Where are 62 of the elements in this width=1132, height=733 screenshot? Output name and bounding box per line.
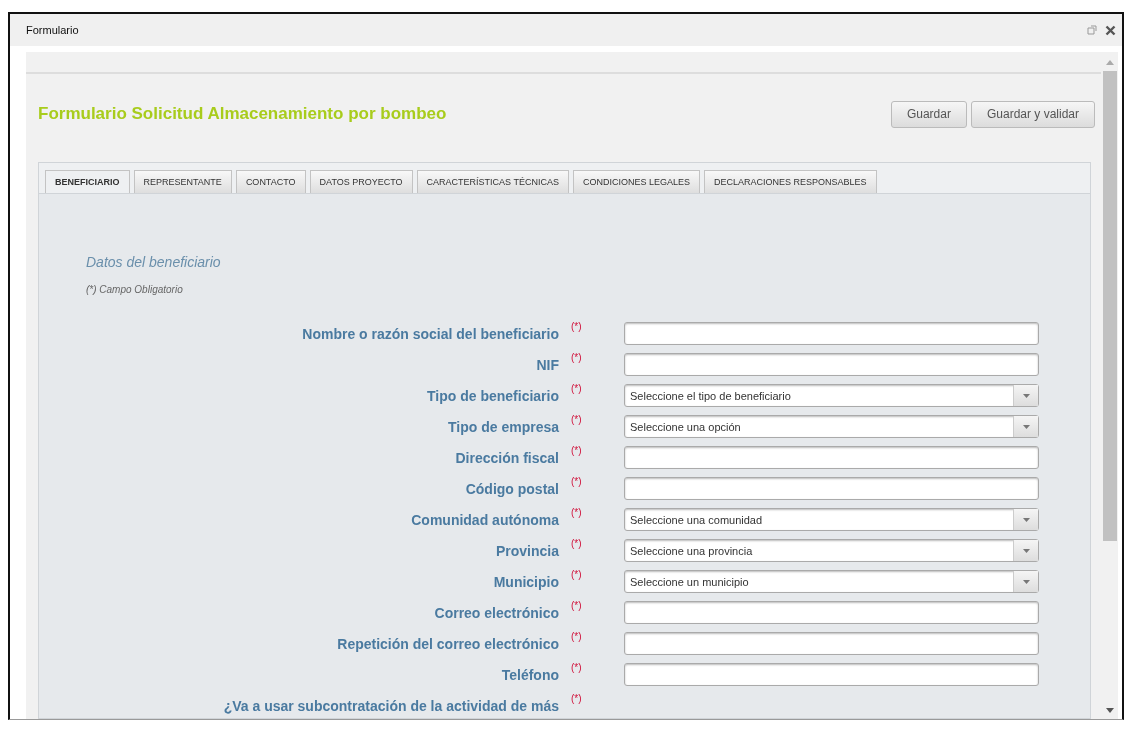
caret-icon bbox=[1022, 579, 1030, 584]
scroll-up-icon[interactable] bbox=[1105, 60, 1114, 65]
tab[interactable]: DECLARACIONES RESPONSABLES bbox=[703, 170, 877, 193]
required-mark: (*) bbox=[571, 507, 583, 518]
scroll-thumb[interactable] bbox=[1102, 71, 1117, 541]
text-field[interactable] bbox=[624, 632, 1039, 655]
scroll-down-icon[interactable] bbox=[1105, 708, 1114, 713]
tab[interactable]: DATOS PROYECTO bbox=[309, 170, 413, 193]
dropdown[interactable]: Seleccione una provincia bbox=[624, 539, 1039, 562]
required-mark: (*) bbox=[571, 352, 583, 363]
caret-icon bbox=[1022, 548, 1030, 553]
dropdown[interactable]: Seleccione una comunidad bbox=[624, 508, 1039, 531]
tab[interactable]: CONTACTO bbox=[235, 170, 306, 193]
dropdown[interactable]: Seleccione un municipio bbox=[624, 570, 1039, 593]
text-field[interactable] bbox=[624, 601, 1039, 624]
text-field[interactable] bbox=[624, 322, 1039, 345]
field-label: Correo electrónico bbox=[433, 604, 559, 621]
field-label: NIF bbox=[535, 356, 559, 373]
field-label: Tipo de empresa bbox=[447, 418, 559, 435]
caret-icon bbox=[1022, 424, 1030, 429]
required-mark: (*) bbox=[571, 662, 583, 673]
field-label: Tipo de beneficiario bbox=[426, 387, 559, 404]
text-field[interactable] bbox=[624, 477, 1039, 500]
save-button[interactable]: Guardar bbox=[890, 100, 967, 128]
field-label: Repetición del correo electrónico bbox=[336, 635, 559, 652]
tab[interactable]: BENEFICIARIO bbox=[45, 170, 130, 193]
required-mark: (*) bbox=[571, 414, 583, 425]
required-mark: (*) bbox=[571, 383, 583, 394]
close-icon[interactable] bbox=[1105, 24, 1116, 36]
scrollbar[interactable] bbox=[1101, 52, 1118, 719]
dropdown[interactable]: Seleccione una opción bbox=[624, 415, 1039, 438]
required-mark: (*) bbox=[571, 693, 583, 704]
dropdown[interactable]: Seleccione el tipo de beneficiario bbox=[624, 384, 1039, 407]
required-mark: (*) bbox=[571, 631, 583, 642]
restore-icon[interactable] bbox=[1087, 25, 1097, 35]
field-label: Nombre o razón social del beneficiario bbox=[301, 325, 559, 342]
required-mark: (*) bbox=[571, 538, 583, 549]
section-title: Datos del beneficiario bbox=[86, 254, 222, 270]
required-mark: (*) bbox=[571, 569, 583, 580]
field-label: Teléfono bbox=[500, 666, 559, 683]
field-label: Código postal bbox=[464, 480, 559, 497]
field-label: ¿Va a usar subcontratación de la actividad de más bbox=[222, 697, 559, 714]
tab[interactable]: CARACTERÍSTICAS TÉCNICAS bbox=[416, 170, 569, 193]
window-title: Formulario bbox=[26, 24, 79, 36]
caret-icon bbox=[1022, 517, 1030, 522]
required-note: (*) Campo Obligatorio bbox=[86, 284, 184, 295]
required-mark: (*) bbox=[571, 445, 583, 456]
field-label: Provincia bbox=[494, 542, 559, 559]
field-label: Dirección fiscal bbox=[454, 449, 559, 466]
tab[interactable]: REPRESENTANTE bbox=[133, 170, 232, 193]
text-field[interactable] bbox=[624, 446, 1039, 469]
tab[interactable]: CONDICIONES LEGALES bbox=[572, 170, 700, 193]
field-label: Municipio bbox=[492, 573, 559, 590]
text-field[interactable] bbox=[624, 353, 1039, 376]
required-mark: (*) bbox=[571, 600, 583, 611]
form-title: Formulario Solicitud Almacenamiento por bombeo bbox=[38, 104, 447, 124]
field-label: Comunidad autónoma bbox=[410, 511, 559, 528]
save-button[interactable]: Guardar y validar bbox=[970, 100, 1095, 128]
required-mark: (*) bbox=[571, 476, 583, 487]
caret-icon bbox=[1022, 393, 1030, 398]
text-field[interactable] bbox=[624, 663, 1039, 686]
required-mark: (*) bbox=[571, 321, 583, 332]
